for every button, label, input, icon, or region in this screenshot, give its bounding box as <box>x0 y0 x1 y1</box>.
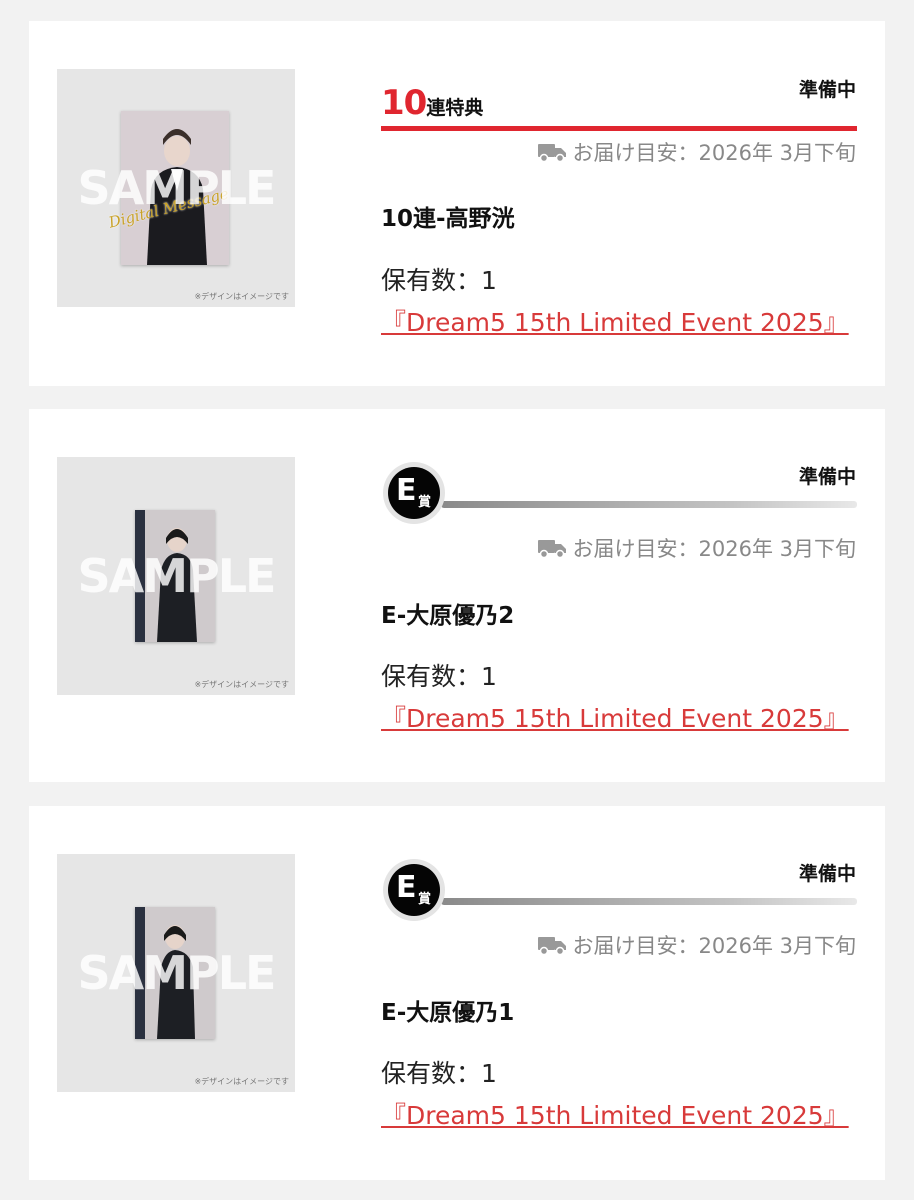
event-link[interactable]: 『Dream5 15th Limited Event 2025』 <box>381 1096 853 1132</box>
prize-card: Digital Message SAMPLE ※デザインはイメージです 10連特… <box>29 21 885 386</box>
rank-badge: E 賞 <box>383 859 445 921</box>
prize-card: SAMPLE ※デザインはイメージです E 賞 準備中 お届け目安： 2026年 … <box>29 806 885 1180</box>
rank-badge: E 賞 <box>383 462 445 524</box>
owned-value: 1 <box>481 662 497 691</box>
delivery-date: 2026年 3月下旬 <box>698 934 856 958</box>
owned-count: 保有数：1 <box>381 261 497 297</box>
delivery-date: 2026年 3月下旬 <box>698 141 856 165</box>
owned-value: 1 <box>481 266 497 295</box>
prize-thumbnail[interactable]: Digital Message SAMPLE ※デザインはイメージです <box>57 69 295 307</box>
delivery-label: お届け目安： <box>572 537 699 561</box>
event-link[interactable]: 『Dream5 15th Limited Event 2025』 <box>381 699 853 735</box>
delivery-date: 2026年 3月下旬 <box>698 537 856 561</box>
truck-icon <box>537 937 566 956</box>
rank-label: 10連特典 <box>381 83 483 123</box>
owned-count: 保有数：1 <box>381 1054 497 1090</box>
sample-watermark: SAMPLE <box>77 946 277 1000</box>
prize-card: SAMPLE ※デザインはイメージです E 賞 準備中 お届け目安： 2026年 … <box>29 409 885 782</box>
sample-watermark: SAMPLE <box>77 161 277 215</box>
owned-label: 保有数： <box>381 266 482 295</box>
sample-watermark: SAMPLE <box>77 549 277 603</box>
prize-thumbnail[interactable]: SAMPLE ※デザインはイメージです <box>57 457 295 695</box>
rank-underline <box>381 126 857 131</box>
status-badge: 準備中 <box>798 79 856 101</box>
delivery-estimate: お届け目安： 2026年 3月下旬 <box>537 137 856 167</box>
prize-title: E-大原優乃2 <box>381 603 515 629</box>
prize-title: 10連-高野洸 <box>381 206 515 232</box>
owned-label: 保有数： <box>381 662 482 691</box>
badge-kanji: 賞 <box>418 892 432 907</box>
delivery-label: お届け目安： <box>572 934 699 958</box>
rank-suffix: 連特典 <box>426 97 484 119</box>
prize-title: E-大原優乃1 <box>381 1000 515 1026</box>
rank-number: 10 <box>381 83 427 123</box>
delivery-estimate: お届け目安： 2026年 3月下旬 <box>537 930 856 960</box>
badge-letter: E <box>396 473 417 508</box>
status-badge: 準備中 <box>798 466 856 488</box>
rank-underline <box>441 501 857 508</box>
badge-kanji: 賞 <box>418 495 432 510</box>
thumbnail-note: ※デザインはイメージです <box>194 1077 289 1086</box>
badge-letter: E <box>396 870 417 905</box>
owned-value: 1 <box>481 1059 497 1088</box>
delivery-label: お届け目安： <box>572 141 699 165</box>
truck-icon <box>537 144 566 163</box>
rank-badge-inner: E 賞 <box>388 864 440 916</box>
event-link[interactable]: 『Dream5 15th Limited Event 2025』 <box>381 303 853 339</box>
thumbnail-note: ※デザインはイメージです <box>194 680 289 689</box>
thumbnail-note: ※デザインはイメージです <box>194 292 289 301</box>
prize-thumbnail[interactable]: SAMPLE ※デザインはイメージです <box>57 854 295 1092</box>
rank-badge-inner: E 賞 <box>388 467 440 519</box>
rank-underline <box>441 898 857 905</box>
status-badge: 準備中 <box>798 863 856 885</box>
owned-label: 保有数： <box>381 1059 482 1088</box>
delivery-estimate: お届け目安： 2026年 3月下旬 <box>537 533 856 563</box>
owned-count: 保有数：1 <box>381 657 497 693</box>
truck-icon <box>537 540 566 559</box>
